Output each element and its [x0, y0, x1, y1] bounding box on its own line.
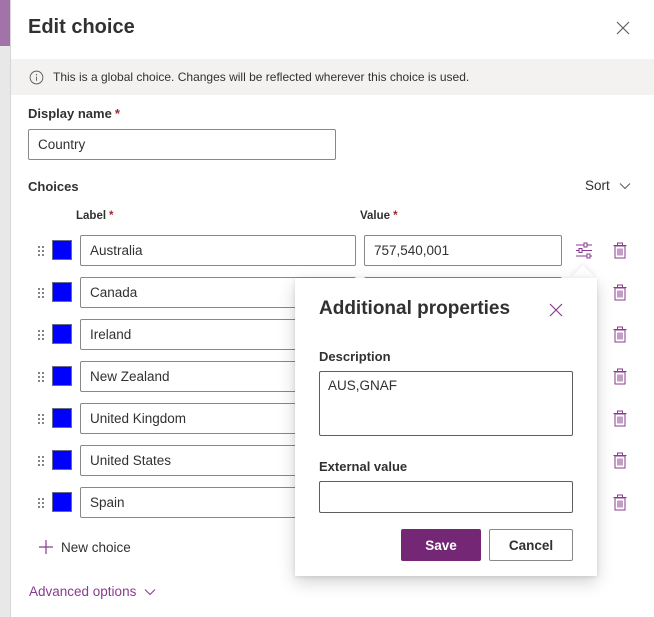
close-icon[interactable]	[549, 303, 563, 317]
color-swatch[interactable]	[52, 240, 72, 260]
drag-handle-icon[interactable]	[37, 287, 45, 299]
description-label: Description	[319, 349, 391, 364]
description-textarea[interactable]: AUS,GNAF	[319, 371, 573, 436]
delete-icon[interactable]	[613, 368, 627, 385]
advanced-options-label: Advanced options	[29, 584, 137, 599]
delete-icon[interactable]	[613, 284, 627, 301]
drag-handle-icon[interactable]	[37, 497, 45, 509]
delete-icon[interactable]	[613, 242, 627, 259]
external-value-input[interactable]	[319, 481, 573, 513]
drag-handle-icon[interactable]	[37, 413, 45, 425]
value-column-text: Value	[360, 210, 391, 222]
plus-icon	[39, 540, 53, 554]
close-icon[interactable]	[614, 19, 632, 37]
drag-handle-icon[interactable]	[37, 371, 45, 383]
required-marker: *	[114, 106, 120, 121]
cancel-button[interactable]: Cancel	[489, 529, 573, 561]
delete-icon[interactable]	[613, 326, 627, 343]
additional-properties-callout: Additional properties Description AUS,GN…	[295, 278, 597, 576]
external-value-label: External value	[319, 459, 408, 474]
delete-icon[interactable]	[613, 494, 627, 511]
display-name-input[interactable]: Country	[28, 129, 336, 160]
save-button[interactable]: Save	[401, 529, 481, 561]
color-swatch[interactable]	[52, 408, 72, 428]
chevron-down-icon	[144, 588, 156, 595]
required-marker: *	[393, 210, 398, 222]
info-bar: This is a global choice. Changes will be…	[11, 59, 654, 95]
advanced-options-toggle[interactable]: Advanced options	[29, 584, 156, 599]
color-swatch[interactable]	[52, 282, 72, 302]
delete-icon[interactable]	[613, 452, 627, 469]
background-app-edge	[0, 0, 10, 617]
new-choice-button[interactable]: New choice	[38, 539, 131, 555]
display-name-label: Display name *	[28, 106, 120, 121]
drag-handle-icon[interactable]	[37, 245, 45, 257]
label-column-header: Label *	[76, 210, 114, 222]
background-app-header	[0, 0, 10, 46]
color-swatch[interactable]	[52, 324, 72, 344]
properties-sliders-icon[interactable]	[575, 242, 593, 259]
color-swatch[interactable]	[52, 366, 72, 386]
required-marker: *	[109, 210, 114, 222]
chevron-down-icon	[619, 182, 631, 189]
panel-title: Edit choice	[28, 16, 135, 38]
color-swatch[interactable]	[52, 450, 72, 470]
color-swatch[interactable]	[52, 492, 72, 512]
label-column-text: Label	[76, 210, 107, 222]
delete-icon[interactable]	[613, 410, 627, 427]
choice-label-input[interactable]: Australia	[80, 235, 356, 266]
sort-label: Sort	[585, 178, 610, 193]
value-column-header: Value *	[360, 210, 398, 222]
choice-value-input[interactable]: 757,540,001	[364, 235, 562, 266]
drag-handle-icon[interactable]	[37, 455, 45, 467]
display-name-label-text: Display name	[28, 106, 112, 121]
new-choice-label: New choice	[61, 539, 131, 555]
callout-title: Additional properties	[319, 298, 511, 319]
sort-button[interactable]: Sort	[585, 178, 631, 193]
choices-heading: Choices	[28, 179, 79, 194]
info-icon	[29, 70, 44, 84]
drag-handle-icon[interactable]	[37, 329, 45, 341]
info-message: This is a global choice. Changes will be…	[53, 70, 470, 84]
